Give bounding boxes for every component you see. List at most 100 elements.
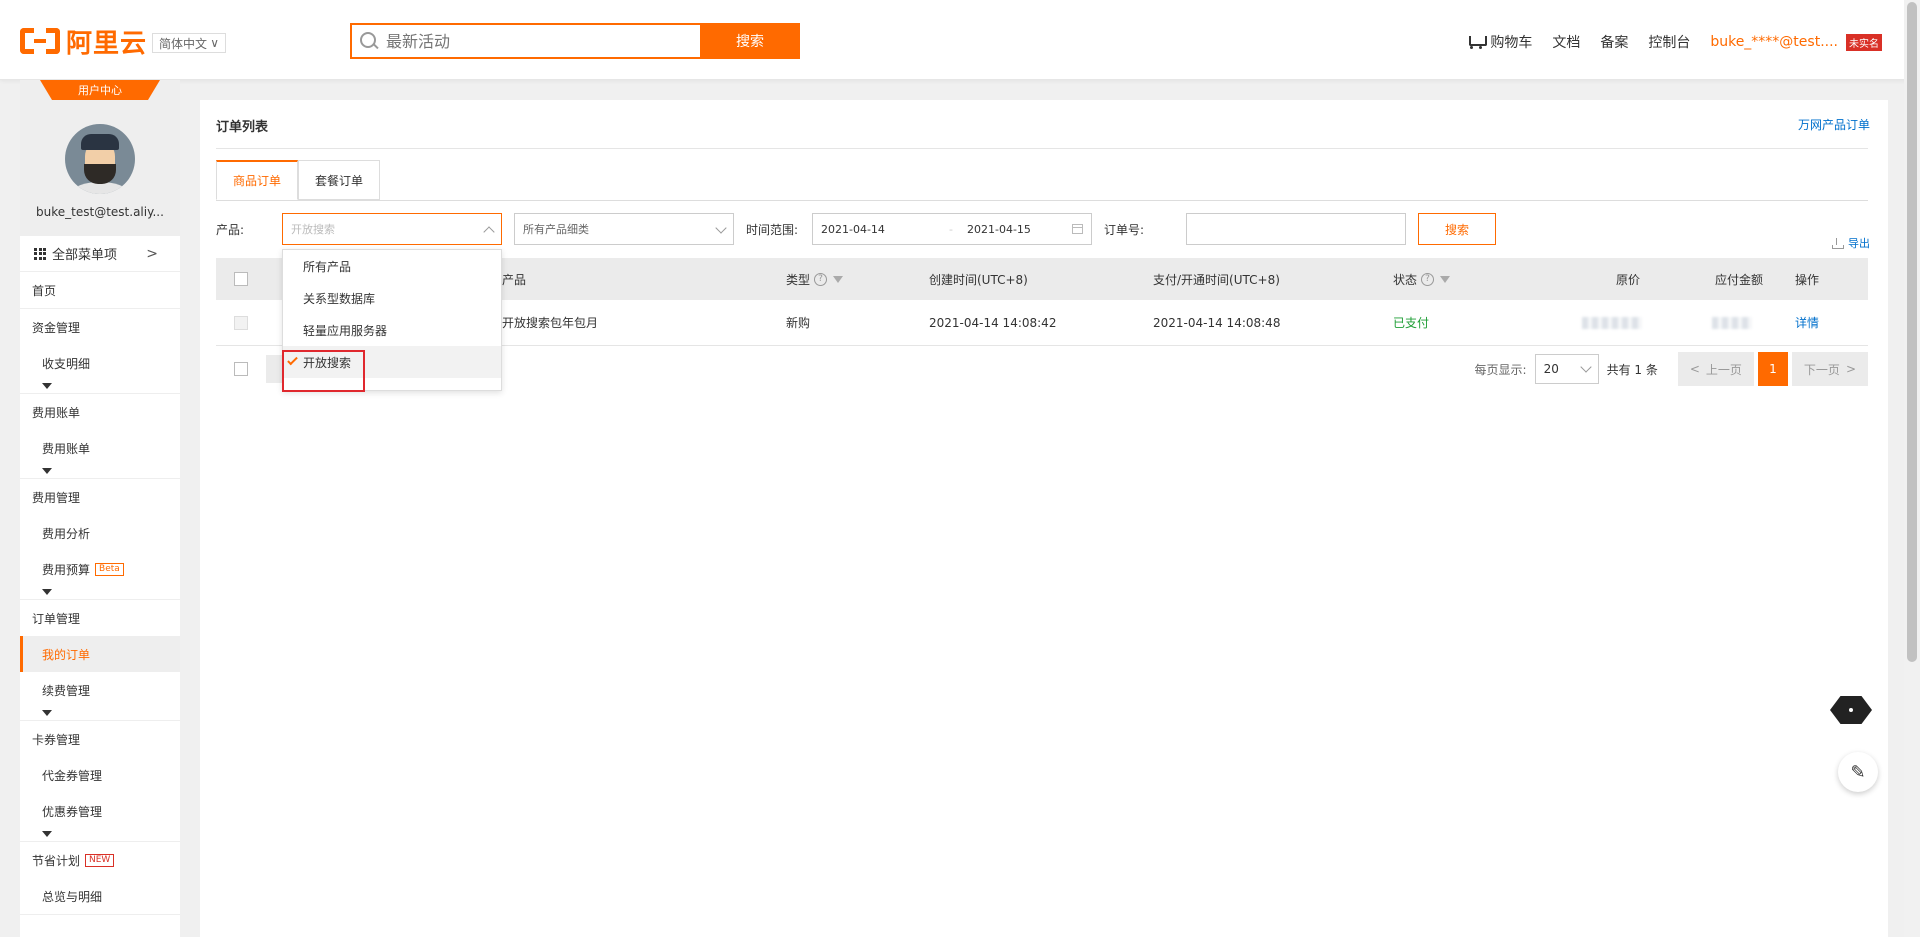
sidebar-group-fund: 资金管理 收支明细 — [20, 309, 180, 394]
export-icon — [1832, 238, 1844, 249]
docs-link[interactable]: 文档 — [1552, 32, 1580, 52]
page-title: 订单列表 — [216, 120, 269, 135]
redacted-value — [1582, 316, 1642, 329]
dropdown-option[interactable]: 所有产品 — [283, 250, 501, 282]
sidebar-item-fund-detail[interactable]: 收支明细 — [20, 345, 180, 381]
edit-feedback-button[interactable]: ✎ — [1838, 752, 1878, 792]
user-center-tab[interactable]: 用户中心 — [40, 80, 160, 100]
all-menu-button[interactable]: 全部菜单项 > — [20, 236, 180, 272]
filter-icon[interactable] — [1440, 275, 1451, 283]
sidebar-heading-cost[interactable]: 费用管理 — [20, 479, 180, 515]
prev-page-button[interactable]: < 上一页 — [1677, 352, 1754, 386]
sidebar-heading-save-plan[interactable]: 节省计划 NEW — [20, 842, 180, 878]
row-created: 2021-04-14 14:08:42 — [929, 315, 1057, 330]
help-icon[interactable]: ? — [814, 272, 828, 286]
sidebar-item-voucher[interactable]: 代金券管理 — [20, 757, 180, 793]
row-select-cell — [234, 300, 248, 345]
main-panel: 订单列表 万网产品订单 商品订单 套餐订单 产品: 开放搜索 所有产品细类 时间… — [200, 100, 1888, 937]
sidebar-heading-fund[interactable]: 资金管理 — [20, 309, 180, 345]
cart-label: 购物车 — [1490, 35, 1533, 51]
chevron-up-icon — [483, 226, 495, 238]
sidebar-item-bill[interactable]: 费用账单 — [20, 430, 180, 466]
category-select[interactable]: 所有产品细类 — [514, 213, 734, 245]
row-orig-price — [1582, 300, 1642, 345]
footer-select-cell — [234, 352, 248, 386]
row-status: 已支付 — [1393, 316, 1430, 330]
caret-down-icon[interactable] — [20, 466, 180, 478]
sidebar-heading-coupon[interactable]: 卡券管理 — [20, 721, 180, 757]
per-page-select[interactable]: 20 — [1534, 354, 1599, 384]
col-pay-amount: 应付金额 — [1715, 272, 1764, 287]
dropdown-option[interactable]: 关系型数据库 — [283, 282, 501, 314]
filter-search-button[interactable]: 搜索 — [1418, 213, 1496, 245]
profile-username: buke_test@test.aliy... — [36, 205, 164, 219]
next-page-label: 下一页 — [1803, 362, 1840, 377]
order-tabs: 商品订单 套餐订单 — [216, 160, 381, 200]
beian-link[interactable]: 备案 — [1600, 32, 1628, 52]
sidebar-item-overview[interactable]: 总览与明细 — [20, 878, 180, 914]
user-profile-card: 用户中心 buke_test@test.aliy... — [20, 80, 180, 236]
page-scrollbar[interactable] — [1904, 0, 1920, 937]
row-checkbox[interactable] — [234, 315, 248, 330]
caret-down-icon[interactable] — [20, 587, 180, 599]
order-number-input[interactable] — [1186, 213, 1406, 245]
filter-icon[interactable] — [833, 275, 844, 283]
global-search-input[interactable] — [386, 31, 686, 51]
product-select[interactable]: 开放搜索 — [282, 213, 502, 245]
sidebar-item-my-order[interactable]: 我的订单 — [20, 636, 180, 672]
sidebar-item-discount[interactable]: 优惠券管理 — [20, 793, 180, 829]
select-all-checkbox[interactable] — [234, 272, 248, 286]
sidebar-heading-bill[interactable]: 费用账单 — [20, 394, 180, 430]
language-label: 简体中文 — [159, 36, 208, 51]
sidebar-item-cost-budget[interactable]: 费用预算 Beta — [20, 551, 180, 587]
global-search-button[interactable]: 搜索 — [700, 23, 800, 59]
date-separator: - — [949, 222, 953, 236]
caret-down-icon[interactable] — [20, 708, 180, 720]
avatar[interactable] — [65, 124, 135, 194]
col-created: 创建时间(UTC+8) — [929, 272, 1028, 287]
console-link[interactable]: 控制台 — [1648, 32, 1690, 52]
tab-package-orders[interactable]: 套餐订单 — [298, 160, 381, 200]
row-pay-amount — [1712, 300, 1752, 345]
row-product: 开放搜索包年包月 — [502, 316, 599, 330]
cart-link[interactable]: 购物车 — [1466, 32, 1532, 52]
date-start[interactable]: 2021-04-14 — [821, 223, 885, 236]
row-detail-link[interactable]: 详情 — [1795, 300, 1819, 345]
next-page-button[interactable]: 下一页 > — [1791, 352, 1868, 386]
date-range-picker[interactable]: 2021-04-14 - 2021-04-15 — [812, 213, 1092, 245]
caret-down-icon[interactable] — [20, 381, 180, 393]
product-select-value: 开放搜索 — [291, 223, 335, 236]
sidebar-heading-order[interactable]: 订单管理 — [20, 600, 180, 636]
sidebar-item-cost-analysis[interactable]: 费用分析 — [20, 515, 180, 551]
beta-badge: Beta — [95, 562, 124, 576]
user-account-link[interactable]: buke_****@test.... 未实名 — [1710, 33, 1882, 51]
aliyun-logo[interactable]: 阿里云 — [20, 26, 147, 59]
footer-select-checkbox[interactable] — [234, 362, 248, 376]
sidebar-item-label: 费用预算 — [42, 562, 91, 577]
sidebar-item-renew[interactable]: 续费管理 — [20, 672, 180, 708]
date-end[interactable]: 2021-04-15 — [967, 223, 1031, 236]
dropdown-option[interactable]: 轻量应用服务器 — [283, 314, 501, 346]
export-label: 导出 — [1848, 237, 1870, 250]
pagination: 每页显示: 20 共有 1 条 < 上一页 1 下一页 > — [1475, 352, 1868, 386]
page-number-current[interactable]: 1 — [1757, 352, 1788, 386]
caret-down-icon[interactable] — [20, 829, 180, 841]
chevron-down-icon: ∨ — [210, 36, 219, 50]
sidebar-item-home[interactable]: 首页 — [20, 272, 180, 308]
grid-icon — [34, 247, 46, 260]
scrollbar-thumb[interactable] — [1907, 2, 1917, 662]
sidebar-group-cost: 费用管理 费用分析 费用预算 Beta — [20, 479, 180, 600]
help-icon[interactable]: ? — [1421, 272, 1435, 286]
tab-product-orders[interactable]: 商品订单 — [216, 160, 299, 200]
aliyun-logo-icon — [20, 28, 60, 54]
time-range-label: 时间范围: — [746, 223, 799, 237]
col-type-label: 类型 — [786, 272, 811, 287]
search-icon — [360, 32, 378, 50]
col-type: 类型 ? — [786, 258, 844, 300]
col-paid-time: 支付/开通时间(UTC+8) — [1153, 272, 1280, 287]
export-button[interactable]: 导出 — [1832, 235, 1870, 251]
language-select[interactable]: 简体中文 ∨ — [152, 33, 226, 53]
wanwang-order-link[interactable]: 万网产品订单 — [1798, 116, 1870, 133]
annotation-highlight-box — [282, 350, 365, 392]
unverified-badge: 未实名 — [1846, 33, 1882, 51]
